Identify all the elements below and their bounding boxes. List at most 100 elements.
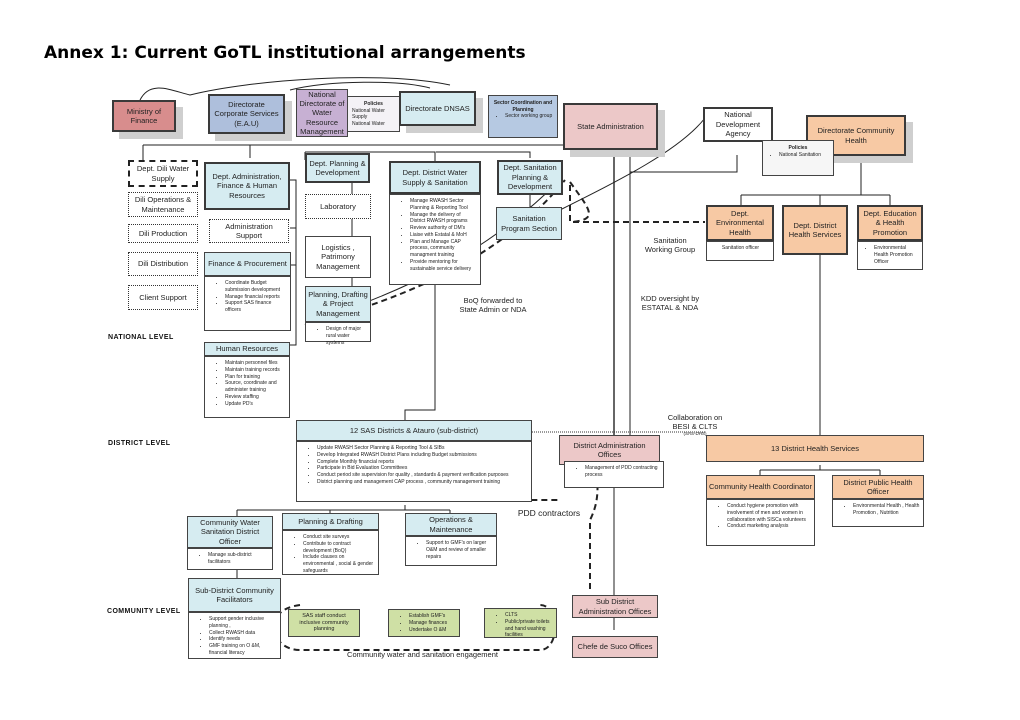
operations-maintenance-title: Operations & Maintenance <box>405 513 497 536</box>
chc-title: Community Health Coordinator <box>706 475 815 499</box>
dpho-list: Environmental Health , Health Promotion … <box>832 499 924 527</box>
collab-note: Collaboration on BESI & CLTS <box>667 413 723 432</box>
dept-env-health-title: Dept. Environmental Health <box>706 205 774 241</box>
operations-maintenance-list: Support to GMF's on larger O&M and revie… <box>405 536 497 566</box>
list-item: Environmental Health Promotion Officer <box>874 245 919 265</box>
list-item: Conduct hygiene promotion with involveme… <box>727 503 811 523</box>
list-item: Conduct site surveys <box>303 534 375 541</box>
list-item: Include clauses on environmental , socia… <box>303 554 375 574</box>
pdd-note: PDD contractors <box>517 508 581 518</box>
dept-district-water-title: Dept. District Water Supply & Sanitation <box>389 161 481 194</box>
list-item: Review staffing <box>225 394 286 401</box>
dept-env-health-list: Sanitation officer <box>706 241 774 261</box>
human-resources-list: Maintain personnel filesMaintain trainin… <box>204 356 290 418</box>
district-health-13-box: 13 District Health Services <box>706 435 924 462</box>
cwsdo-title: Community Water Sanitation District Offi… <box>187 516 273 548</box>
chc-list: Conduct hygiene promotion with involveme… <box>706 499 815 546</box>
list-item: Management of PDD contracting process <box>585 465 660 479</box>
sdcf-list: Support gender inclusive planning ,Colle… <box>188 612 281 659</box>
dpho-title: District Public Health Officer <box>832 475 924 499</box>
community-level-label: COMMUNITY LEVEL <box>107 608 181 615</box>
policies-water-doc: Policies National Water Supply National … <box>348 96 400 132</box>
ministry-of-finance-box: Ministry of Finance <box>112 100 176 132</box>
boq-note: BoQ forwarded to State Admin or NDA <box>459 296 527 315</box>
district-admin-list: Management of PDD contracting process <box>564 461 664 488</box>
list-item: Review authority of DM's <box>410 225 477 232</box>
dept-district-water-list: Manage RWASH Sector Planning & Reporting… <box>389 194 481 285</box>
list-item: Environmental Health , Health Promotion … <box>853 503 920 517</box>
list-item: Complete Monthly financial reports <box>317 459 528 466</box>
list-item: Participate in Bid Evaluation Committees <box>317 465 528 472</box>
laboratory-box: Laboratory <box>305 194 371 219</box>
list-item: Provide mentoring for sustainable servic… <box>410 259 477 273</box>
list-item: Coordinate Budget submission development <box>225 280 287 294</box>
list-item: Support gender inclusive planning , <box>209 616 277 630</box>
sector-coord-item: Sector working group <box>505 113 553 120</box>
dept-district-health-box: Dept. District Health Services <box>782 205 848 255</box>
clts-box: CLTSPublic/private toilets and hand wash… <box>484 608 557 638</box>
district-level-label: DISTRICT LEVEL <box>108 440 171 447</box>
list-item: Design of major rural water systems <box>326 326 367 346</box>
list-item: Manage finances <box>409 620 456 627</box>
community-planning-box: SAS staff conduct inclusive community pl… <box>288 609 360 637</box>
chefe-de-suco-box: Chefe de Suco Offices <box>572 636 658 658</box>
list-item: Manage financial reports <box>225 294 287 301</box>
policy-item: National Sanitation <box>779 152 829 159</box>
ndwrm-box: National Directorate of Water Resource M… <box>296 89 348 137</box>
list-item: CLTS <box>505 612 553 619</box>
dept-sanitation-box: Dept. Sanitation Planning & Development <box>497 160 563 195</box>
nda-box: National Development Agency <box>703 107 773 142</box>
sdcf-title: Sub-District Community Facilitators <box>188 578 281 612</box>
list-item: Update PD's <box>225 401 286 408</box>
list-item: Support to GMF's on larger O&M and revie… <box>426 540 493 560</box>
finance-procurement-list: Coordinate Budget submission development… <box>204 276 291 331</box>
list-item: Sanitation officer <box>721 245 760 251</box>
kdd-note: KDD oversight by ESTATAL & NDA <box>640 294 700 313</box>
list-item: Manage sub-district facilitators <box>208 552 269 566</box>
list-item: Manage RWASH Sector Planning & Reporting… <box>410 198 477 212</box>
list-item: Identify needs <box>209 636 277 643</box>
dept-admin-box: Dept. Administration, Finance & Human Re… <box>204 162 290 210</box>
dili-distribution-box: Dili Distribution <box>128 252 198 276</box>
list-item: Conduct marketing analysis <box>727 523 811 530</box>
list-item: Plan and Manage CAP process, community m… <box>410 239 477 259</box>
list-item: GMF training on O &M, financial literacy <box>209 643 277 657</box>
list-item: Contribute to contract development (BoQ) <box>303 541 375 555</box>
sub-district-admin-box: Sub District Administration Offices <box>572 595 658 618</box>
dnsas-box: Directorate DNSAS <box>399 91 476 126</box>
finance-procurement-title: Finance & Procurement <box>204 252 291 276</box>
national-level-label: NATIONAL LEVEL <box>108 334 174 341</box>
list-item: Plan for training <box>225 374 286 381</box>
client-support-box: Client Support <box>128 285 198 310</box>
list-item: Manage the delivery of District RWASH pr… <box>410 212 477 226</box>
list-item: Support SAS finance officers <box>225 300 287 314</box>
dept-planning-box: Dept. Planning & Development <box>305 153 370 183</box>
sanitation-program-box: Sanitation Program Section <box>496 207 562 240</box>
sanitation-wg-note: Sanitation Working Group <box>644 236 696 255</box>
cwsdo-list: Manage sub-district facilitators <box>187 548 273 570</box>
sas-districts-title: 12 SAS Districts & Atauro (sub-district) <box>296 420 532 441</box>
dept-education-list: Environmental Health Promotion Officer <box>857 241 923 270</box>
corporate-services-box: Directorate Corporate Services (E.A.U) <box>208 94 285 134</box>
policy-item: National Water Supply <box>352 107 385 121</box>
list-item: Maintain personnel files <box>225 360 286 367</box>
human-resources-title: Human Resources <box>204 342 290 356</box>
sector-coord-title: Sector Coordination and Planning <box>493 100 553 113</box>
policies-sanitation-doc: Policies National Sanitation <box>762 140 834 176</box>
list-item: Collect RWASH data <box>209 630 277 637</box>
list-item: District planning and management CAP pro… <box>317 479 528 486</box>
list-item: Public/private toilets and hand washing … <box>505 619 553 639</box>
list-item: Establish GMF's <box>409 613 456 620</box>
list-item: Maintain training records <box>225 367 286 374</box>
planning-drafting-list: Conduct site surveysContribute to contra… <box>282 530 379 575</box>
pdpm-title: Planning, Drafting & Project Management <box>305 286 371 322</box>
state-administration-box: State Administration <box>563 103 658 150</box>
policy-item: National Water <box>352 120 385 127</box>
list-item: Liaise with Estatal & MoH <box>410 232 477 239</box>
list-item: Conduct period site supervision for qual… <box>317 472 528 479</box>
dili-operations-box: Dili Operations & Maintenance <box>128 192 198 217</box>
sas-districts-list: Update RWASH Sector Planning & Reporting… <box>296 441 532 502</box>
engagement-note: Community water and sanitation engagemen… <box>347 650 498 659</box>
pdpm-list: Design of major rural water systems <box>305 322 371 346</box>
dili-water-supply-box: Dept. Dili Water Supply <box>128 160 198 187</box>
